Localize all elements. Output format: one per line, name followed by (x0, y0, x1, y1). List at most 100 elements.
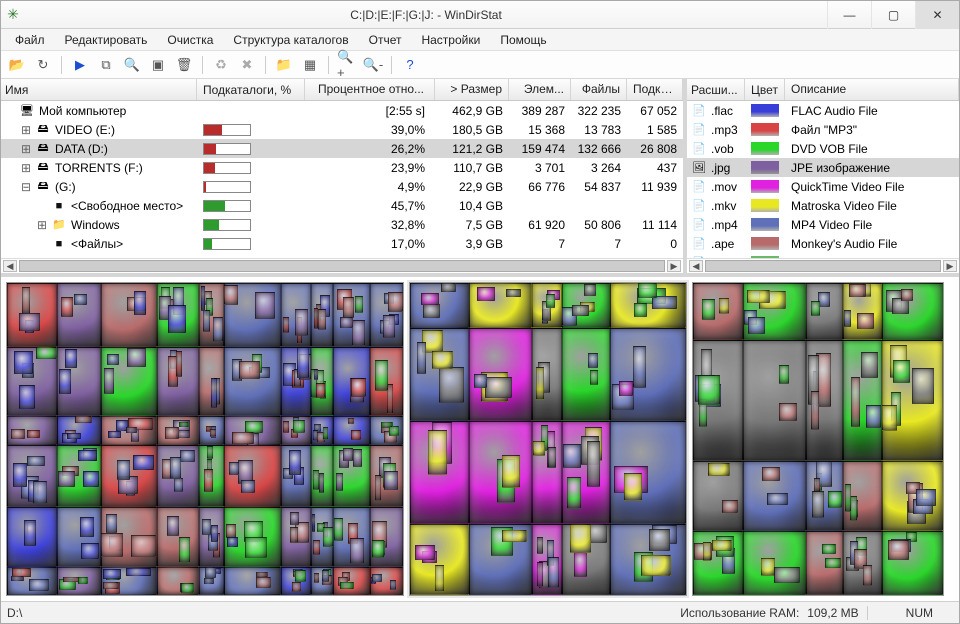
menu-report[interactable]: Отчет (361, 31, 410, 49)
treemap-block[interactable] (693, 283, 743, 340)
treemap-block[interactable] (708, 463, 730, 477)
treemap-block[interactable] (65, 349, 77, 368)
treemap-block[interactable] (340, 317, 353, 329)
treemap-block[interactable] (537, 562, 543, 587)
treemap-block[interactable] (375, 475, 381, 501)
treemap-block[interactable] (421, 293, 439, 305)
treemap-block[interactable] (108, 431, 120, 438)
treemap-block[interactable] (19, 385, 36, 409)
tree-expander[interactable]: ⊞ (37, 218, 47, 232)
treemap-block[interactable] (861, 352, 878, 378)
open-icon[interactable]: 📂 (7, 55, 27, 75)
titlebar[interactable]: ✳ C:|D:|E:|F:|G:|J: - WinDirStat — ▢ ✕ (1, 1, 959, 29)
treemap-block[interactable] (588, 353, 598, 368)
close-x-icon[interactable]: ✖ (237, 55, 257, 75)
treemap-block[interactable] (863, 565, 873, 586)
treemap-block[interactable] (24, 520, 36, 545)
treemap-block[interactable] (322, 570, 330, 582)
treemap-block[interactable] (211, 525, 218, 542)
ext-row[interactable]: 📄.mp3Файл "MP3" (687, 120, 959, 139)
treemap-block[interactable] (283, 421, 289, 433)
refresh-icon[interactable]: ↻ (33, 55, 53, 75)
tree-hscrollbar[interactable]: ◀ ▶ (1, 258, 683, 273)
play-icon[interactable]: ▶ (70, 55, 90, 75)
treemap-block[interactable] (719, 298, 729, 315)
treemap-block[interactable] (350, 538, 364, 563)
tree-row[interactable]: 🖥Мой компьютер[2:55 s]462,9 GB389 287322… (1, 101, 683, 120)
treemap-block[interactable] (224, 285, 238, 305)
treemap-block[interactable] (181, 583, 193, 593)
treemap-block[interactable] (314, 369, 318, 380)
treemap-block[interactable] (435, 565, 444, 592)
treemap-block[interactable] (882, 405, 897, 430)
treemap-block[interactable] (857, 313, 874, 329)
treemap-block[interactable] (844, 310, 851, 327)
treemap-block[interactable] (75, 416, 92, 423)
treemap-block[interactable] (318, 309, 326, 330)
treemap-block[interactable] (502, 530, 527, 543)
treemap-block[interactable] (126, 427, 137, 432)
treemap-block[interactable] (353, 449, 362, 466)
treemap-block[interactable] (61, 297, 73, 317)
treemap-block[interactable] (912, 368, 935, 404)
treemap-block[interactable] (213, 317, 223, 342)
treemap-block[interactable] (845, 484, 851, 512)
treemap-block[interactable] (312, 514, 315, 532)
treemap-block[interactable] (179, 422, 189, 427)
tree-row[interactable]: ⊟🖴(G:)4,9%22,9 GB66 77654 83711 939 (1, 177, 683, 196)
treemap-block[interactable] (174, 478, 183, 492)
treemap-block[interactable] (747, 290, 770, 303)
treemap-block[interactable] (822, 544, 835, 554)
treemap-block[interactable] (295, 309, 307, 336)
treemap-block[interactable] (106, 514, 117, 534)
treemap-block[interactable] (633, 346, 646, 388)
scroll-right-icon[interactable]: ▶ (667, 260, 681, 272)
console-icon[interactable]: ▣ (148, 55, 168, 75)
treemap-block[interactable] (901, 289, 914, 301)
treemap-block[interactable] (698, 375, 720, 405)
treemap-block[interactable] (638, 283, 657, 298)
treemap-block[interactable] (762, 467, 780, 481)
copy-icon[interactable]: ⧉ (96, 55, 116, 75)
treemap-block[interactable] (774, 567, 799, 582)
col-elements[interactable]: Элем... (509, 79, 571, 100)
treemap-block[interactable] (423, 304, 440, 319)
treemap-block[interactable] (133, 455, 154, 469)
ext-body[interactable]: 📄.flacFLAC Audio File📄.mp3Файл "MP3"📄.vo… (687, 101, 959, 258)
treemap-block[interactable] (712, 540, 732, 551)
treemap-block[interactable] (239, 361, 260, 379)
treemap-block[interactable] (485, 377, 511, 398)
treemap-block[interactable] (372, 540, 383, 558)
treemap-block[interactable] (74, 294, 87, 305)
treemap-block[interactable] (103, 569, 120, 580)
ext-row[interactable]: 📄.mkvMatroska Video File (687, 196, 959, 215)
tree-expander[interactable]: ⊞ (21, 161, 31, 175)
menu-help[interactable]: Помощь (492, 31, 554, 49)
ext-row[interactable]: 📄.flacFLAC Audio File (687, 101, 959, 120)
treemap-block[interactable] (340, 582, 354, 589)
treemap-block[interactable] (81, 543, 99, 559)
treemap-block[interactable] (256, 572, 268, 577)
treemap-block[interactable] (415, 545, 434, 560)
treemap-block[interactable] (11, 429, 25, 438)
treemap-block[interactable] (207, 446, 213, 459)
treemap-block[interactable] (916, 489, 936, 507)
treemap-block[interactable] (825, 558, 841, 568)
col-size[interactable]: > Размер (435, 79, 509, 100)
treemap-block[interactable] (229, 462, 239, 475)
ext-row[interactable]: 🖼.jpgJPE изображение (687, 158, 959, 177)
treemap-block[interactable] (204, 578, 214, 584)
ext-row[interactable]: 📄.apeMonkey's Audio File (687, 234, 959, 253)
treemap-block[interactable] (101, 283, 157, 347)
treemap-block[interactable] (587, 441, 600, 486)
treemap-panel[interactable] (6, 282, 404, 596)
treemap-block[interactable] (293, 420, 305, 433)
tree-row[interactable]: ⊞🖴TORRENTS (F:)23,9%110,7 GB3 7013 26443… (1, 158, 683, 177)
treemap-block[interactable] (134, 291, 146, 315)
treemap-block[interactable] (722, 500, 738, 513)
zoom-in-icon[interactable]: 🔍+ (337, 55, 357, 75)
treemap-block[interactable] (314, 573, 319, 583)
tree-expander[interactable]: ⊟ (21, 180, 31, 194)
treemap-block[interactable] (313, 470, 320, 490)
tree-row[interactable]: ■<Файлы>17,0%3,9 GB770 (1, 234, 683, 253)
